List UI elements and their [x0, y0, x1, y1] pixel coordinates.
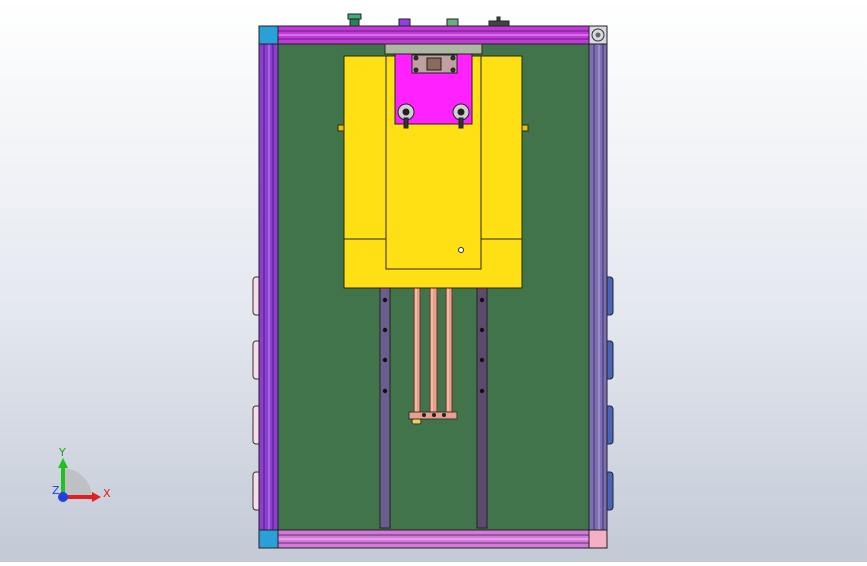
- top-fittings: [347, 13, 510, 27]
- z-axis-label: Z: [52, 484, 60, 497]
- linear-guide-rail-left[interactable]: [379, 287, 391, 529]
- assembly-drawing[interactable]: Y X Z: [0, 0, 867, 562]
- top-frame-rail[interactable]: [258, 25, 608, 45]
- copper-rods[interactable]: [413, 287, 453, 415]
- copper-rod-1: [413, 287, 421, 415]
- corner-block-top-left: [258, 25, 279, 45]
- corner-block-bottom-left: [258, 529, 279, 549]
- linear-guide-rail-right[interactable]: [476, 287, 488, 529]
- coordinate-triad: Y X Z: [52, 446, 111, 502]
- y-axis-label: Y: [58, 446, 66, 459]
- corner-block-bottom-right: [588, 529, 608, 549]
- x-axis-label: X: [103, 487, 111, 500]
- copper-rod-2: [429, 287, 438, 415]
- right-frame-rail[interactable]: [588, 43, 608, 531]
- cad-viewport[interactable]: Y X Z: [0, 0, 867, 562]
- left-frame-rail[interactable]: [258, 43, 279, 531]
- corner-block-top-right: [588, 25, 608, 45]
- magenta-clamp-block[interactable]: [394, 53, 473, 129]
- copper-rod-3: [445, 287, 453, 415]
- bottom-frame-rail[interactable]: [258, 529, 608, 549]
